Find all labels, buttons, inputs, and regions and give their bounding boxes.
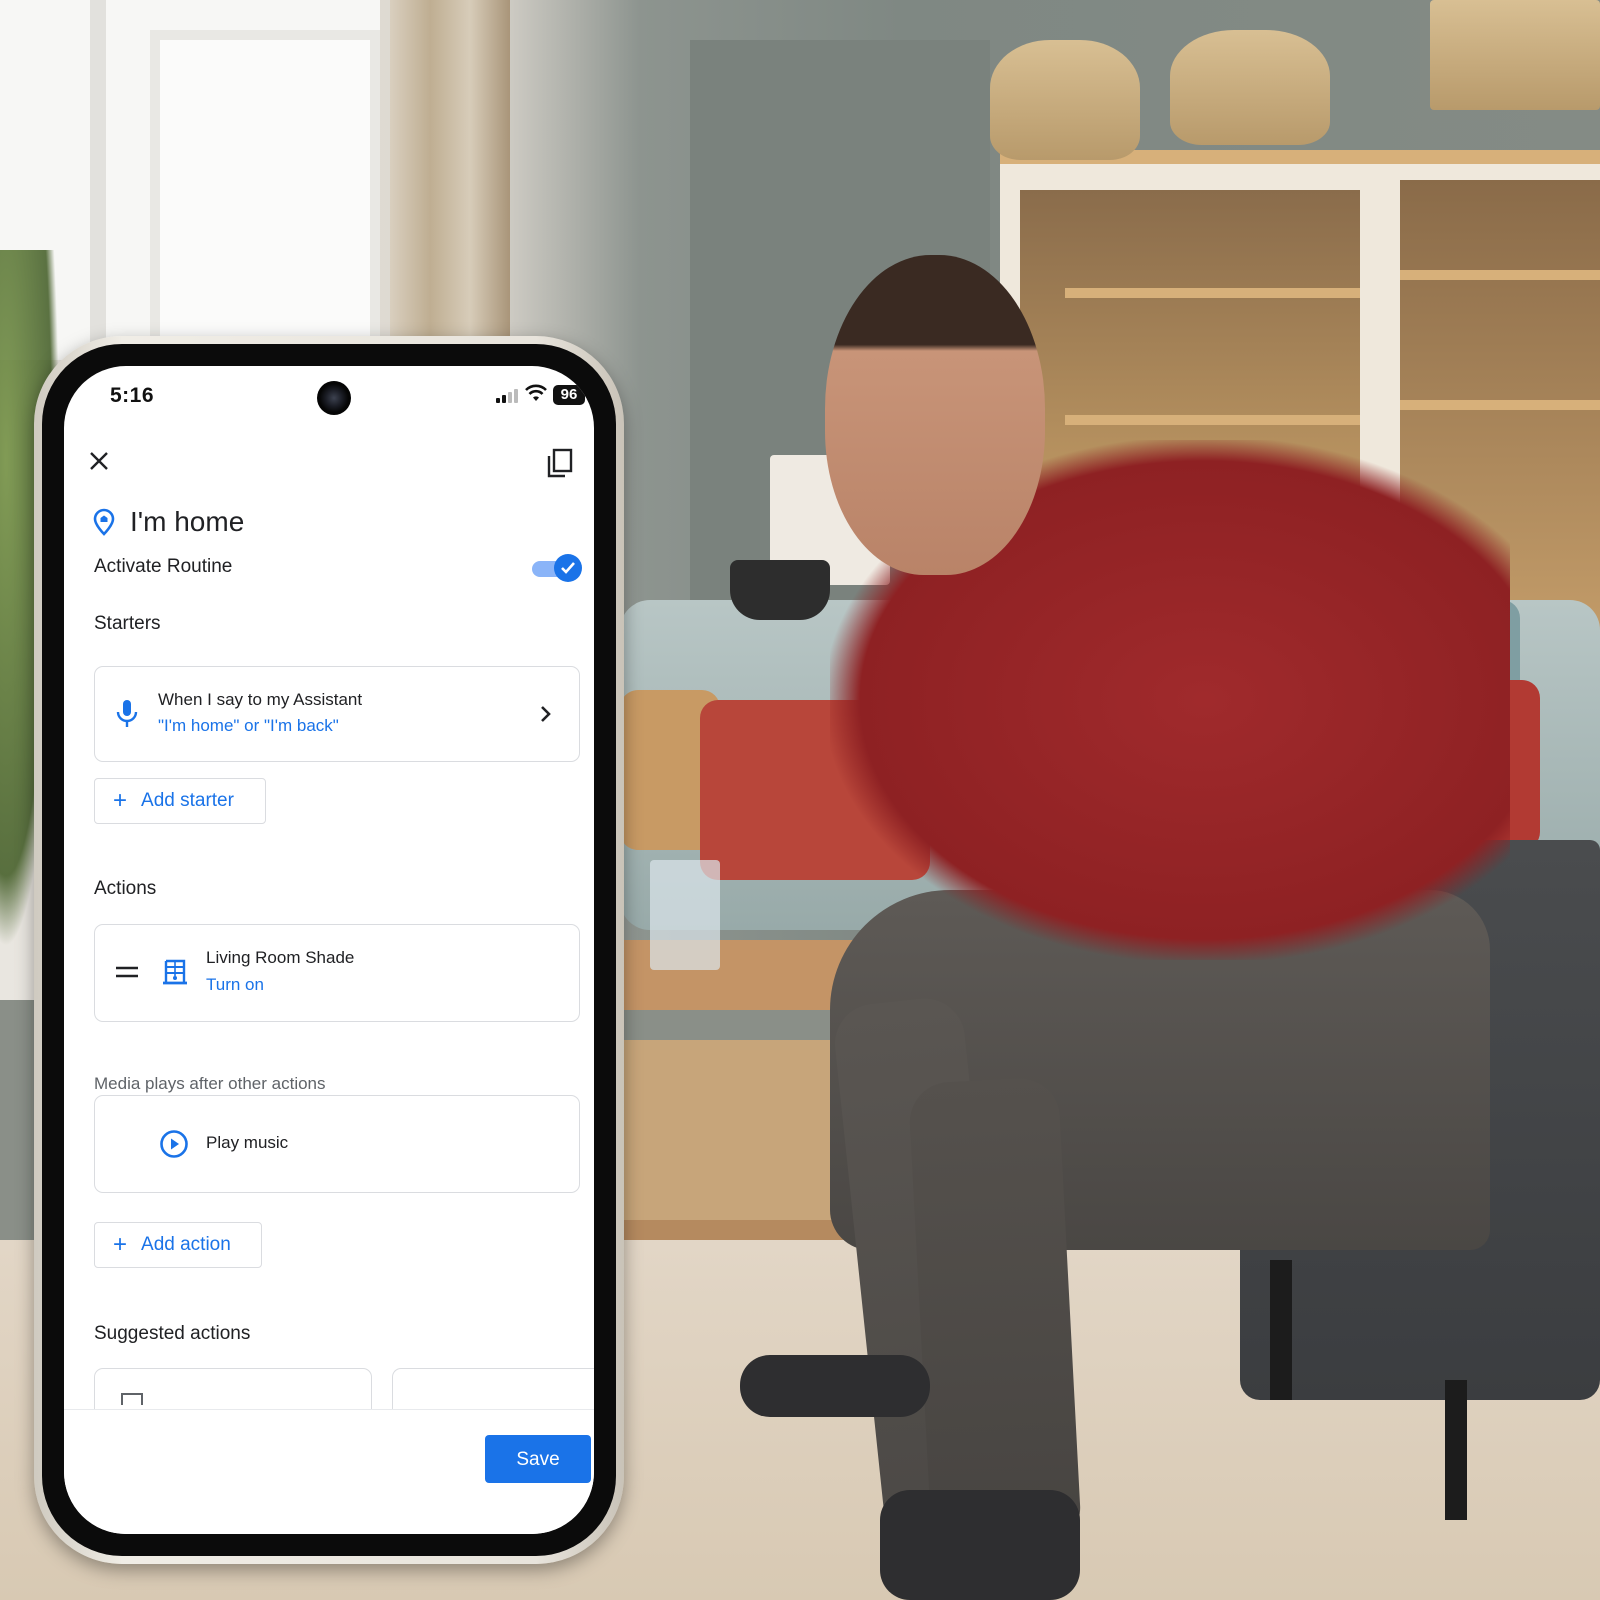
basket (990, 40, 1140, 160)
routine-title-row: I'm home (92, 502, 244, 542)
water-glass (650, 860, 720, 970)
drag-handle-icon[interactable] (115, 966, 139, 978)
sock (880, 1490, 1080, 1600)
wifi-icon (525, 384, 547, 408)
shelf-board (1400, 270, 1600, 280)
plus-icon: + (113, 1231, 128, 1258)
window-pane (150, 30, 380, 370)
action-title: Living Room Shade (206, 948, 355, 967)
microphone-icon (116, 700, 138, 727)
window-shade-icon (163, 959, 187, 985)
actions-heading: Actions (94, 878, 157, 899)
status-bar: 5:16 96 (64, 366, 594, 426)
shelf-board (1065, 415, 1360, 425)
sock (740, 1355, 930, 1417)
battery-indicator: 96 (553, 385, 585, 405)
person-head (825, 255, 1045, 575)
action-subtitle: Turn on (206, 975, 264, 994)
starters-heading: Starters (94, 613, 161, 634)
save-button[interactable]: Save (485, 1435, 591, 1483)
status-time: 5:16 (110, 384, 155, 407)
copy-icon (547, 448, 573, 478)
activate-routine-label: Activate Routine (94, 556, 233, 577)
front-camera-icon (317, 381, 351, 415)
add-starter-label: Add starter (141, 790, 234, 811)
suggested-device-icon (121, 1393, 143, 1405)
signal-bars-icon (496, 389, 518, 403)
activate-routine-toggle[interactable] (532, 554, 582, 582)
basket (1170, 30, 1330, 145)
battery-nub (587, 391, 590, 399)
checkmark-icon (561, 562, 575, 574)
media-action-card[interactable]: Play music (94, 1095, 580, 1193)
mug (730, 560, 830, 620)
home-location-pin-icon (93, 508, 115, 536)
media-action-title: Play music (206, 1133, 289, 1152)
phone-bezel: 5:16 96 I'm home Activate Routine Starte… (42, 344, 616, 1556)
add-action-button[interactable]: + Add action (94, 1222, 262, 1268)
basket (1430, 0, 1600, 110)
starter-card[interactable]: When I say to my Assistant "I'm home" or… (94, 666, 580, 762)
action-card[interactable]: Living Room Shade Turn on (94, 924, 580, 1022)
copy-routine-button[interactable] (546, 448, 574, 478)
phone-screen: 5:16 96 I'm home Activate Routine Starte… (64, 366, 594, 1534)
close-icon (90, 452, 108, 470)
person-leg (907, 1076, 1083, 1554)
suggested-actions-heading: Suggested actions (94, 1323, 251, 1344)
curtain (390, 0, 510, 360)
toggle-thumb (554, 554, 582, 582)
media-helper-text: Media plays after other actions (94, 1074, 326, 1093)
phone-device: 5:16 96 I'm home Activate Routine Starte… (34, 336, 624, 1564)
starter-title: When I say to my Assistant (158, 690, 363, 709)
chair-leg (1270, 1260, 1292, 1400)
plus-icon: + (113, 787, 128, 814)
starter-subtitle: "I'm home" or "I'm back" (158, 716, 339, 735)
page-title: I'm home (130, 506, 245, 537)
add-action-label: Add action (141, 1234, 231, 1255)
window-frame (90, 0, 106, 360)
chair-leg (1445, 1380, 1467, 1520)
play-circle-icon (160, 1130, 188, 1158)
close-button[interactable] (84, 446, 114, 476)
add-starter-button[interactable]: + Add starter (94, 778, 266, 824)
shelf-board (1400, 400, 1600, 410)
shelf-board (1065, 288, 1360, 298)
chevron-right-icon (541, 706, 551, 722)
